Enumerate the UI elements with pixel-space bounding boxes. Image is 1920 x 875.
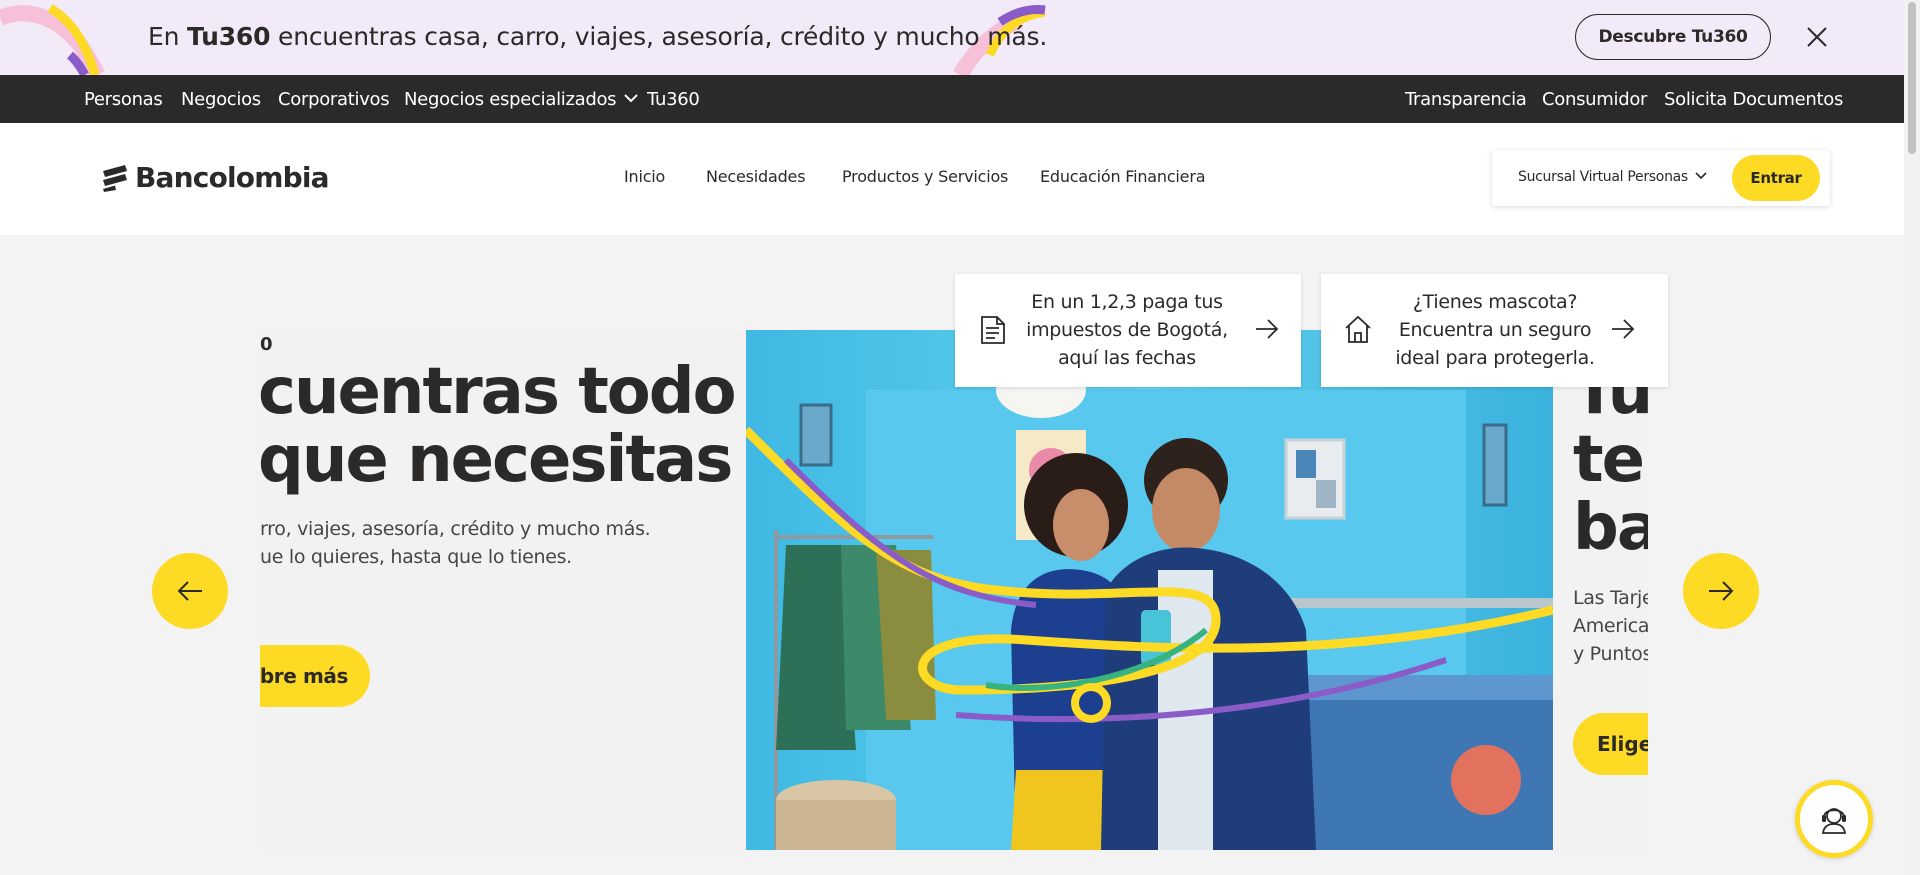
segnav-transparencia[interactable]: Transparencia bbox=[1405, 89, 1527, 110]
carousel-next-button[interactable] bbox=[1683, 553, 1759, 629]
hero-slide-next: Tu te ba Las Tarje American y Puntos Eli… bbox=[1553, 330, 1648, 850]
nav-educacion-financiera[interactable]: Educación Financiera bbox=[1040, 167, 1206, 186]
hero-slide-current: 0 cuentras todo que necesitas rro, viaje… bbox=[260, 330, 746, 850]
hero-title: cuentras todo que necesitas bbox=[260, 355, 737, 497]
carousel-prev-button[interactable] bbox=[152, 553, 228, 629]
arrow-right-icon bbox=[1709, 581, 1734, 601]
arrow-left-icon bbox=[177, 581, 202, 601]
login-box: Sucursal Virtual Personas Entrar bbox=[1492, 150, 1830, 206]
close-icon[interactable] bbox=[1806, 26, 1828, 48]
logo-mark-icon bbox=[103, 164, 127, 192]
chat-support-button[interactable] bbox=[1795, 780, 1873, 858]
entrar-button[interactable]: Entrar bbox=[1732, 155, 1820, 201]
arrow-right-icon bbox=[1612, 319, 1635, 339]
home-icon bbox=[1345, 315, 1371, 343]
quick-card-impuestos[interactable]: En un 1,2,3 paga tus impuestos de Bogotá… bbox=[955, 274, 1301, 387]
segnav-negocios-especializados[interactable]: Negocios especializados bbox=[404, 89, 638, 110]
hero-cta-button[interactable]: ubre más bbox=[260, 645, 370, 707]
segnav-negocios[interactable]: Negocios bbox=[181, 89, 261, 110]
quick-card-mascota[interactable]: ¿Tienes mascota? Encuentra un seguro ide… bbox=[1321, 274, 1668, 387]
nav-necesidades[interactable]: Necesidades bbox=[706, 167, 806, 186]
bancolombia-logo[interactable]: Bancolombia bbox=[101, 161, 330, 194]
chevron-down-icon bbox=[624, 93, 638, 102]
segnav-solicita-documentos[interactable]: Solicita Documentos bbox=[1664, 89, 1843, 110]
next-slide-cta-button[interactable]: Elige bbox=[1573, 713, 1648, 775]
nav-inicio[interactable]: Inicio bbox=[624, 167, 665, 186]
hero-description: rro, viajes, asesoría, crédito y mucho m… bbox=[260, 518, 651, 568]
segment-nav: Personas Negocios Corporativos Negocios … bbox=[0, 75, 1920, 123]
quick-card-text: En un 1,2,3 paga tus impuestos de Bogotá… bbox=[1026, 291, 1228, 369]
main-header: Bancolombia Inicio Necesidades Productos… bbox=[0, 123, 1920, 235]
hero-eyebrow: 0 bbox=[260, 334, 273, 355]
hero-photo bbox=[746, 330, 1553, 850]
support-agent-icon bbox=[1821, 808, 1847, 834]
hero-carousel: 0 cuentras todo que necesitas rro, viaje… bbox=[260, 330, 1648, 850]
logo-text: Bancolombia bbox=[135, 161, 330, 194]
discover-tu360-button[interactable]: Descubre Tu360 bbox=[1575, 14, 1771, 60]
arrow-right-icon bbox=[1256, 319, 1279, 339]
promo-text: En Tu360 encuentras casa, carro, viajes,… bbox=[148, 22, 1048, 51]
segnav-tu360[interactable]: Tu360 bbox=[647, 89, 700, 110]
next-slide-title: Tu te ba bbox=[1573, 355, 1648, 565]
segnav-corporativos[interactable]: Corporativos bbox=[278, 89, 390, 110]
page-scrollbar[interactable] bbox=[1904, 0, 1920, 875]
quick-card-text: ¿Tienes mascota? Encuentra un seguro ide… bbox=[1395, 291, 1595, 369]
nav-productos-servicios[interactable]: Productos y Servicios bbox=[842, 167, 1008, 186]
segnav-consumidor[interactable]: Consumidor bbox=[1542, 89, 1647, 110]
document-icon bbox=[981, 316, 1005, 344]
promo-banner: En Tu360 encuentras casa, carro, viajes,… bbox=[0, 0, 1920, 75]
scrollbar-thumb[interactable] bbox=[1908, 2, 1916, 154]
hero-image bbox=[746, 330, 1553, 850]
segnav-personas[interactable]: Personas bbox=[84, 89, 163, 110]
promo-brand: Tu360 bbox=[187, 22, 271, 51]
sucursal-select[interactable]: Sucursal Virtual Personas bbox=[1518, 169, 1707, 185]
chevron-down-icon bbox=[1695, 171, 1707, 179]
next-slide-description: Las Tarje American y Puntos bbox=[1573, 587, 1648, 665]
